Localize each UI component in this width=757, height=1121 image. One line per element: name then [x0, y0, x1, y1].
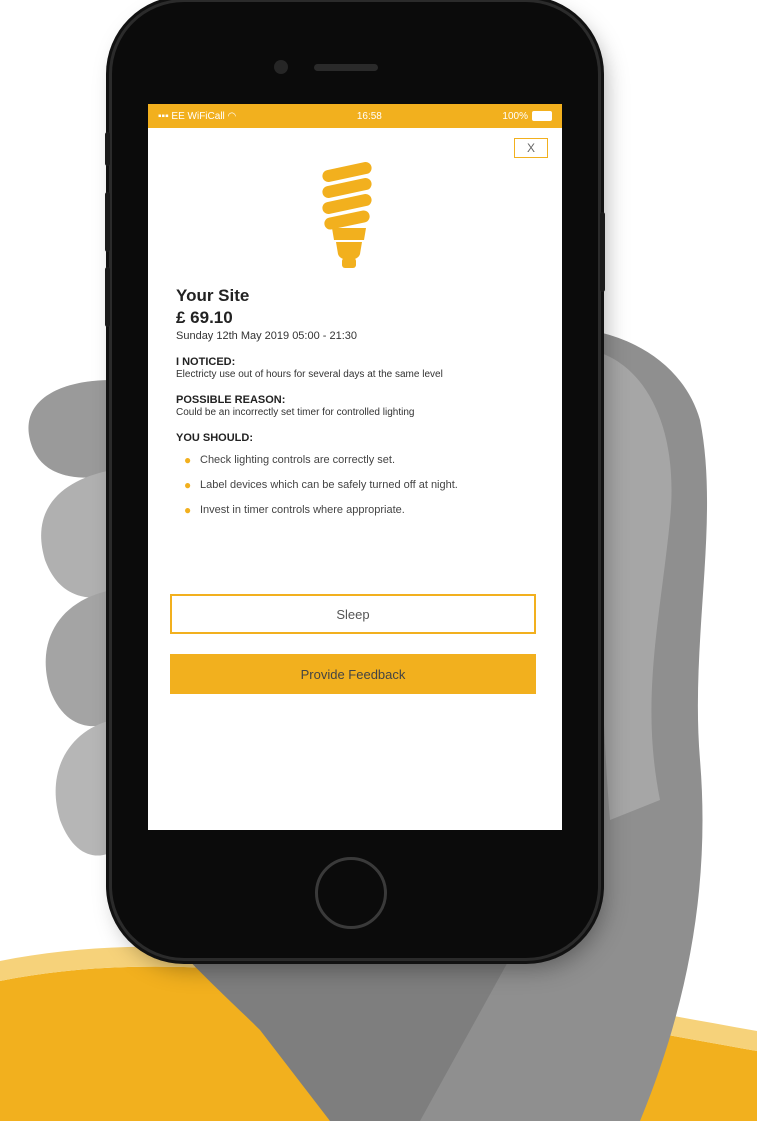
bullet-icon: ● [184, 453, 192, 467]
reason-heading: POSSIBLE REASON: [176, 394, 286, 406]
earpiece-speaker [314, 64, 378, 71]
sleep-button[interactable]: Sleep [170, 594, 536, 634]
battery-percent: 100% [502, 110, 528, 122]
noticed-text: Electricty use out of hours for several … [176, 369, 443, 380]
close-button[interactable]: X [514, 138, 548, 158]
signal-icon: ▪▪▪ [158, 110, 169, 122]
volume-up-button [105, 192, 110, 252]
carrier-group: ▪▪▪ EE WiFiCall ◠ [158, 111, 236, 122]
bullet-icon: ● [184, 503, 192, 517]
phone-screen: ▪▪▪ EE WiFiCall ◠ 16:58 100% X Your Site… [148, 104, 562, 830]
tip-text: Invest in timer controls where appropria… [200, 504, 405, 516]
status-bar: ▪▪▪ EE WiFiCall ◠ 16:58 100% [148, 104, 562, 128]
battery-group: 100% [502, 111, 552, 122]
should-heading: YOU SHOULD: [176, 432, 253, 444]
list-item: ● Label devices which can be safely turne… [184, 478, 536, 492]
alert-date-range: Sunday 12th May 2019 05:00 - 21:30 [176, 330, 358, 342]
battery-icon [531, 111, 552, 121]
list-item: ● Invest in timer controls where appropri… [184, 503, 536, 517]
bullet-icon: ● [184, 478, 192, 492]
provide-feedback-button[interactable]: Provide Feedback [170, 654, 536, 694]
recommendation-list: ● Check lighting controls are correctly s… [176, 453, 536, 517]
power-button [600, 212, 605, 292]
lightbulb-icon [322, 162, 372, 268]
tip-text: Check lighting controls are correctly se… [200, 454, 396, 466]
phone-device: ▪▪▪ EE WiFiCall ◠ 16:58 100% X Your Site… [105, 2, 605, 958]
home-button[interactable] [315, 857, 387, 929]
reason-text: Could be an incorrectly set timer for co… [176, 407, 415, 418]
site-title: Your Site [176, 286, 250, 305]
tip-text: Label devices which can be safely turned… [200, 479, 458, 491]
volume-down-button [105, 267, 110, 327]
cost-amount: £ 69.10 [176, 308, 233, 327]
list-item: ● Check lighting controls are correctly s… [184, 453, 536, 467]
mute-switch [105, 132, 110, 166]
front-camera [274, 60, 288, 74]
carrier-label: EE WiFiCall [171, 110, 225, 122]
status-time: 16:58 [356, 110, 382, 122]
alert-details: Your Site £ 69.10 Sunday 12th May 2019 0… [176, 286, 536, 529]
noticed-heading: I NOTICED: [176, 356, 236, 368]
wifi-icon: ◠ [227, 110, 237, 122]
